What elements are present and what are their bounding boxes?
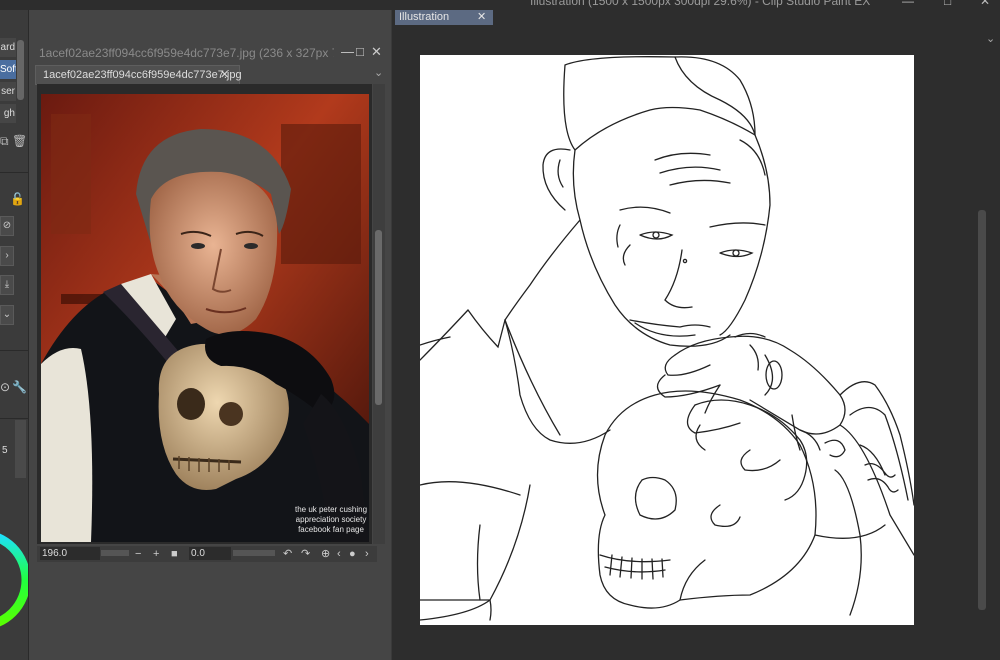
- window-title: Illustration (1500 x 1500px 300dpi 29.6%…: [530, 0, 871, 8]
- brush-item-eraser[interactable]: ser: [0, 82, 16, 101]
- size-value[interactable]: 5: [2, 445, 8, 456]
- sub-view-scroll-thumb[interactable]: [375, 230, 382, 405]
- tab-illustration[interactable]: Illustration ✕: [395, 10, 493, 25]
- watermark-line-3: facebook fan page: [298, 525, 364, 534]
- line-art-drawing[interactable]: [420, 55, 914, 625]
- brush-list-scrollbar[interactable]: [17, 40, 24, 100]
- tab-menu-chevron-icon[interactable]: ⌄: [986, 32, 995, 45]
- tab-close-icon[interactable]: ✕: [220, 66, 229, 84]
- color-wheel[interactable]: [0, 500, 29, 660]
- zoom-field[interactable]: 196.0: [40, 547, 100, 560]
- sub-view-title: 1acef02ae23ff094cc6f959e4dc773e7.jpg (23…: [39, 46, 334, 60]
- watermark-line-2: appreciation society: [296, 515, 367, 524]
- maximize-icon[interactable]: □: [356, 44, 364, 59]
- sub-view-tab[interactable]: 1acef02ae23ff094cc6f959e4dc773e7.jpg ✕: [35, 65, 242, 85]
- rotation-field[interactable]: 0.0: [189, 547, 231, 560]
- minimize-button[interactable]: —: [902, 0, 914, 8]
- chevron-down-icon[interactable]: ⌄: [0, 305, 14, 325]
- canvas-area: Illustration ✕ ⌄: [392, 10, 1000, 660]
- brush-item-soft[interactable]: Soft: [0, 60, 16, 79]
- settings-icon[interactable]: ⊙: [0, 380, 10, 394]
- sub-view-header: 1acef02ae23ff094cc6f959e4dc773e7.jpg (23…: [29, 40, 391, 64]
- divider: [0, 172, 28, 173]
- duplicate-icon[interactable]: ⧉: [0, 134, 9, 149]
- next-image-icon[interactable]: ›: [365, 546, 369, 562]
- fit-icon[interactable]: ■: [171, 546, 178, 562]
- trash-icon[interactable]: 🗑: [12, 134, 27, 148]
- tab-close-icon[interactable]: ✕: [477, 10, 486, 25]
- download-icon[interactable]: ⤓: [0, 275, 14, 295]
- close-icon[interactable]: ✕: [371, 44, 382, 60]
- chevron-right-icon[interactable]: ›: [0, 246, 14, 266]
- canvas-scrollbar[interactable]: [978, 210, 986, 610]
- lock-icon[interactable]: 🔓: [10, 192, 25, 206]
- watermark-line-1: the uk peter cushing: [295, 505, 367, 514]
- previous-image-icon[interactable]: ‹: [337, 546, 341, 562]
- brush-item-hard[interactable]: ard: [0, 38, 16, 57]
- tab-illustration-label: Illustration: [399, 11, 450, 23]
- brush-item-rough[interactable]: gh: [0, 104, 16, 123]
- reset-rotation-icon[interactable]: ⊕: [321, 546, 330, 562]
- tab-menu-chevron-icon[interactable]: ⌄: [374, 66, 383, 79]
- rotation-slider[interactable]: [233, 550, 275, 556]
- reference-image[interactable]: the uk peter cushing appreciation societ…: [41, 94, 369, 542]
- zoom-in-icon[interactable]: +: [153, 546, 159, 562]
- wrench-icon[interactable]: 🔧: [12, 380, 27, 394]
- sub-view-panel: 1acef02ae23ff094cc6f959e4dc773e7.jpg (23…: [29, 10, 391, 660]
- clear-icon[interactable]: ⊘: [0, 216, 14, 236]
- zoom-out-icon[interactable]: −: [135, 546, 141, 562]
- sub-view-navigator-bar: 196.0 − + ■ 0.0 ↶ ↷ ⊕ ‹ ● ›: [37, 546, 377, 562]
- rotate-left-icon[interactable]: ↶: [283, 546, 292, 562]
- close-window-button[interactable]: ✕: [980, 0, 990, 8]
- tool-dock: ard Soft ser gh ⧉ 🗑 🔓 ⊘ › ⤓ ⌄ ⊙ 🔧 5: [0, 10, 29, 660]
- maximize-button[interactable]: □: [944, 0, 951, 8]
- rotate-right-icon[interactable]: ↷: [301, 546, 310, 562]
- divider: [0, 350, 28, 351]
- minimize-icon[interactable]: —: [341, 44, 354, 59]
- zoom-slider[interactable]: [101, 550, 129, 556]
- sub-view-tab-label: 1acef02ae23ff094cc6f959e4dc773e7.jpg: [43, 69, 242, 81]
- divider: [0, 418, 28, 419]
- eyedropper-toggle-icon[interactable]: ●: [349, 546, 356, 562]
- spinner-buttons[interactable]: [15, 420, 26, 478]
